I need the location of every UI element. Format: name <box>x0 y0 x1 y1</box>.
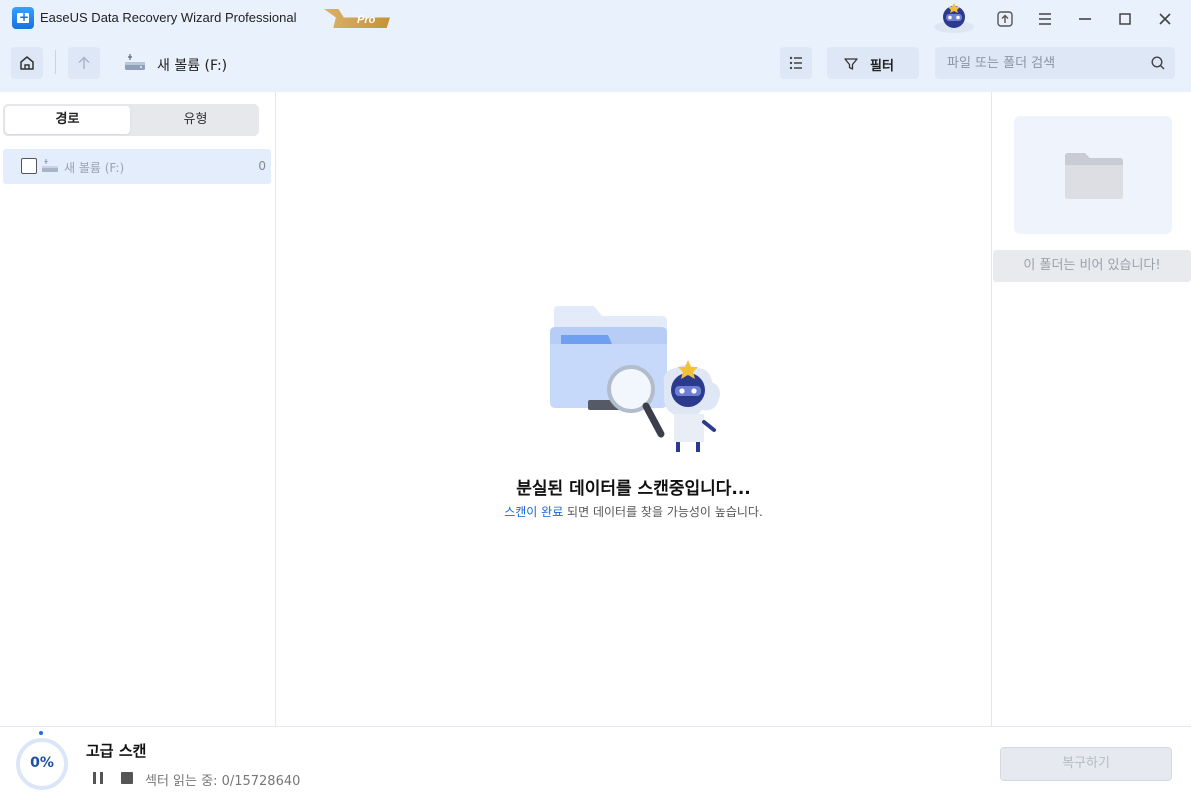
scan-status-subtitle: 스캔이 완료 되면 데이터를 찾을 가능성이 높습니다. <box>276 503 991 520</box>
tree-item-count: 0 <box>258 159 266 173</box>
scan-mode-title: 고급 스캔 <box>86 742 147 760</box>
list-icon <box>789 56 802 70</box>
left-panel: 경로 유형 새 볼륨 (F:) 0 <box>0 92 276 727</box>
tree-item-checkbox[interactable] <box>21 158 37 174</box>
close-icon[interactable] <box>1154 8 1176 30</box>
pro-badge: Pro <box>324 9 390 28</box>
tree-item-volume[interactable]: 새 볼륨 (F:) 0 <box>3 149 271 184</box>
empty-folder-message: 이 폴더는 비어 있습니다! <box>993 250 1191 282</box>
menu-icon[interactable] <box>1034 8 1056 30</box>
drive-icon <box>125 54 145 70</box>
filter-button[interactable]: 필터 <box>827 47 919 79</box>
title-bar: EaseUS Data Recovery Wizard Professional… <box>0 0 1191 36</box>
pause-icon[interactable] <box>92 772 104 784</box>
minimize-icon[interactable] <box>1074 8 1096 30</box>
search-icon[interactable] <box>1150 55 1166 71</box>
stop-icon[interactable] <box>121 772 133 784</box>
folder-icon <box>1065 153 1123 199</box>
status-bar: 0% 고급 스캔 섹터 읽는 중: 0/15728640 복구하기 <box>0 726 1191 795</box>
toolbar-divider <box>55 50 56 74</box>
toolbar: 새 볼륨 (F:) 필터 <box>0 36 1191 92</box>
scan-complete-link[interactable]: 스캔이 완료 <box>504 505 563 519</box>
upload-icon[interactable] <box>994 8 1016 30</box>
progress-percent: 0% <box>30 755 54 771</box>
robot-mascot-icon[interactable] <box>931 1 977 33</box>
arrow-up-icon <box>78 56 90 69</box>
tree-item-label: 새 볼륨 (F:) <box>64 161 125 175</box>
sector-status: 섹터 읽는 중: 0/15728640 <box>145 774 301 789</box>
home-button[interactable] <box>11 47 43 79</box>
current-volume-label: 새 볼륨 (F:) <box>157 58 228 74</box>
search-box[interactable] <box>935 47 1175 79</box>
up-button[interactable] <box>68 47 100 79</box>
drive-icon <box>42 159 58 172</box>
tab-path[interactable]: 경로 <box>5 106 130 134</box>
scanning-illustration <box>550 306 720 452</box>
filter-label: 필터 <box>870 59 894 74</box>
filter-icon <box>844 58 858 70</box>
list-view-button[interactable] <box>780 47 812 79</box>
pro-badge-label: Pro <box>357 14 376 26</box>
app-title: EaseUS Data Recovery Wizard Professional <box>40 10 297 25</box>
home-icon <box>20 56 34 70</box>
view-tabs: 경로 유형 <box>3 104 259 136</box>
preview-box <box>1014 116 1172 234</box>
scan-status-title: 분실된 데이터를 스캔중입니다... <box>516 479 751 499</box>
recover-button[interactable]: 복구하기 <box>1000 747 1172 781</box>
progress-ring-indicator <box>39 731 43 735</box>
maximize-icon[interactable] <box>1114 8 1136 30</box>
scan-status-subtitle-text: 되면 데이터를 찾을 가능성이 높습니다. <box>563 505 763 519</box>
search-input[interactable] <box>947 54 1147 72</box>
tab-type[interactable]: 유형 <box>133 106 258 134</box>
preview-panel: 이 폴더는 비어 있습니다! <box>991 92 1191 727</box>
app-logo-icon <box>12 7 34 29</box>
